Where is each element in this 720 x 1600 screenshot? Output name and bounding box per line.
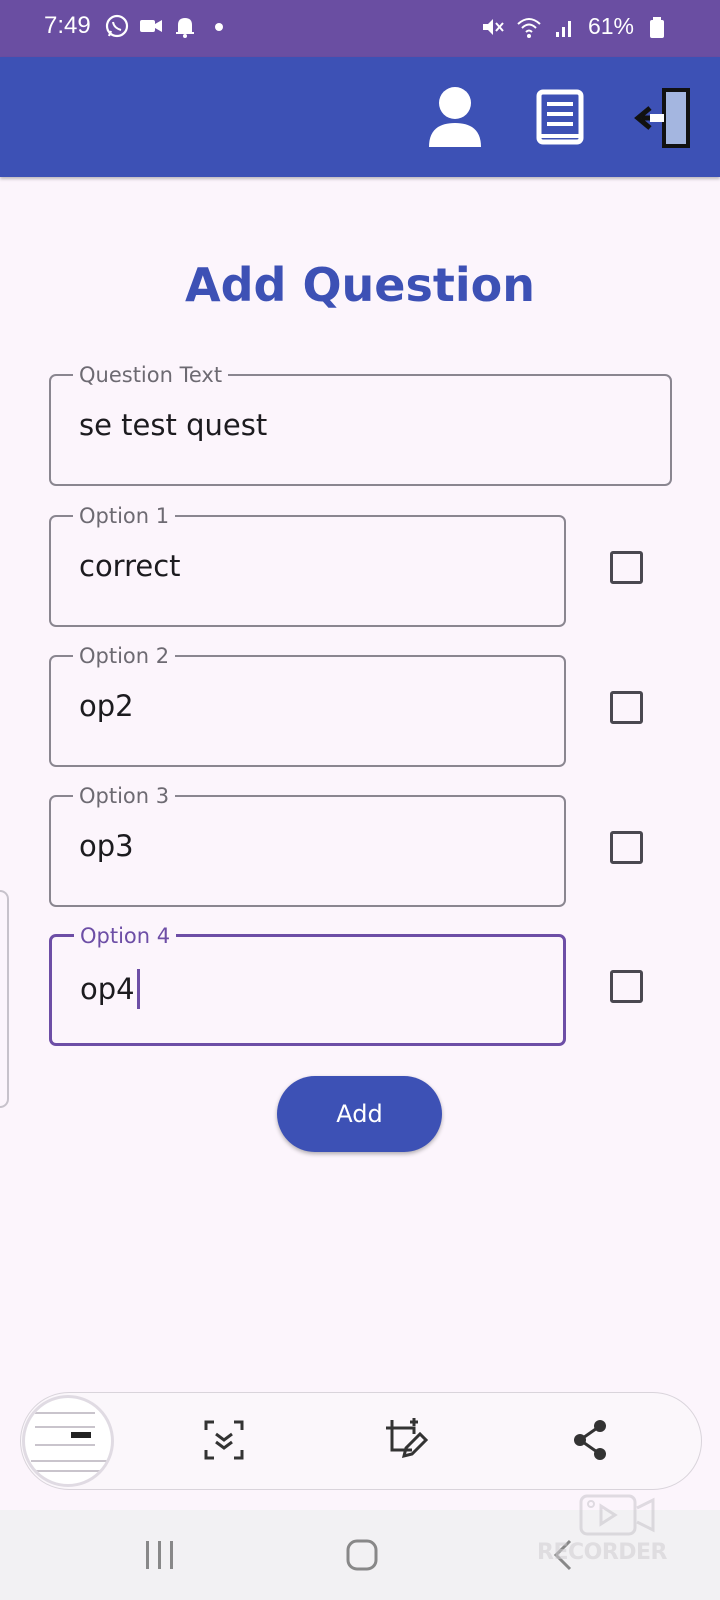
thumbnail-line [31,1470,107,1472]
thumbnail-line [35,1426,95,1428]
book-icon [536,89,584,145]
option-4-input[interactable]: op4 [80,969,140,1009]
add-question-button[interactable]: Add [277,1076,442,1152]
logout-icon [634,88,690,148]
battery-icon [650,16,664,38]
home-icon [346,1539,378,1571]
status-time: 7:49 [44,12,91,39]
recents-icon [146,1541,173,1569]
option-2-value[interactable]: op2 [79,689,134,723]
option-3-value[interactable]: op3 [79,829,134,863]
scroll-capture-icon [204,1420,244,1460]
question-text-field[interactable]: Question Text se test quest [49,362,672,486]
edge-panel-handle[interactable] [0,890,9,1108]
option-4-correct-checkbox[interactable] [610,970,643,1003]
page-title: Add Question [184,258,535,312]
status-right-icons: 61% [480,13,670,40]
option-2-correct-checkbox[interactable] [610,691,643,724]
option-4-value: op4 [80,972,135,1006]
questions-book-button[interactable] [526,83,596,153]
watermark-text: RECORDER [537,1540,668,1565]
option-1-field[interactable]: Option 1 correct [49,503,566,627]
crop-edit-icon [386,1418,429,1459]
option-2-label: Option 2 [73,643,176,669]
video-icon [140,20,162,32]
option-4-label: Option 4 [74,923,177,949]
home-button[interactable] [332,1530,392,1580]
profile-button[interactable] [420,83,490,153]
camera-icon [579,1494,655,1536]
share-button[interactable] [562,1412,618,1468]
screenshot-thumbnail[interactable] [22,1395,114,1487]
crop-edit-button[interactable] [378,1412,434,1468]
battery-percent: 61% [587,13,634,39]
option-3-field[interactable]: Option 3 op3 [49,783,566,907]
signal-icon [555,20,571,37]
option-3-label: Option 3 [73,783,176,809]
recorder-watermark: RECORDER [537,1490,697,1580]
status-bar: 7:49 61% [0,0,720,57]
option-3-correct-checkbox[interactable] [610,831,643,864]
dot-icon [215,23,223,31]
option-1-label: Option 1 [73,503,176,529]
logout-button[interactable] [628,83,698,153]
thumbnail-tooltip [71,1432,91,1438]
wifi-icon [517,17,541,38]
bell-icon [176,18,194,38]
thumbnail-line [31,1460,107,1462]
recents-button[interactable] [130,1530,190,1580]
option-1-value[interactable]: correct [79,549,181,583]
option-4-field[interactable]: Option 4 op4 [49,923,566,1046]
scroll-capture-button[interactable] [196,1412,252,1468]
mute-icon [482,18,504,35]
whatsapp-icon [105,14,129,38]
thumbnail-line [35,1412,95,1414]
share-icon [574,1420,606,1460]
thumbnail-line [35,1444,95,1446]
option-2-field[interactable]: Option 2 op2 [49,643,566,767]
app-bar [0,57,720,177]
person-icon [429,87,481,147]
status-left-icons [104,13,232,39]
question-text-value[interactable]: se test quest [79,408,267,442]
option-1-correct-checkbox[interactable] [610,551,643,584]
question-text-label: Question Text [73,362,229,388]
text-caret [136,969,140,1009]
